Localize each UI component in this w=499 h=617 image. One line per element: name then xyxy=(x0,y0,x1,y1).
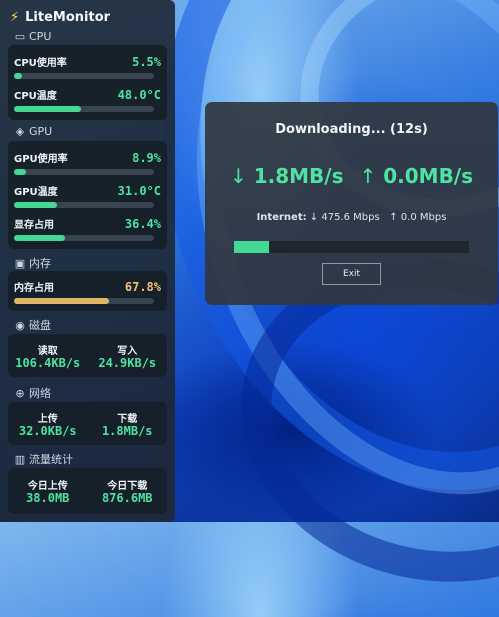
disk-write-value: 24.9KB/s xyxy=(98,356,157,370)
gpu-temp-bar xyxy=(14,202,154,208)
download-progress-bar xyxy=(234,241,469,253)
bar-chart-icon: ▥ xyxy=(14,452,26,466)
cpu-temp-row: CPU温度 48.0°C xyxy=(14,87,161,102)
cpu-temp-fill xyxy=(14,106,82,112)
gpu-section-title: GPU xyxy=(29,125,53,138)
traffic-today-upload: 今日上传 38.0MB xyxy=(8,477,88,505)
gpu-usage-row: GPU使用率 8.9% xyxy=(14,150,161,165)
disk-read: 读取 106.4KB/s xyxy=(8,342,88,370)
disk-columns: 读取 106.4KB/s 写入 24.9KB/s xyxy=(8,342,167,370)
cpu-usage-row: CPU使用率 5.5% xyxy=(14,54,161,69)
traffic-section-header: ▥ 流量统计 xyxy=(14,451,73,467)
download-speed-value: 1.8MB/s xyxy=(253,164,344,188)
gpu-temp-fill xyxy=(14,202,58,208)
memory-usage-bar xyxy=(14,298,154,304)
speed-readout: ↓ 1.8MB/s ↑ 0.0MB/s xyxy=(205,164,498,188)
download-speed: ↓ 1.8MB/s xyxy=(230,164,344,188)
gpu-usage-fill xyxy=(14,169,27,175)
memory-section-title: 内存 xyxy=(29,257,51,270)
cpu-temp-label: CPU温度 xyxy=(14,91,57,102)
cpu-usage-bar xyxy=(14,73,154,79)
memory-usage-row: 内存占用 67.8% xyxy=(14,279,161,294)
network-up-value: 32.0KB/s xyxy=(18,424,77,438)
gpu-usage-value: 8.9% xyxy=(132,151,161,165)
cpu-temp-bar xyxy=(14,106,154,112)
today-up-label: 今日上传 xyxy=(27,481,68,492)
globe-icon: ⊕ xyxy=(15,386,25,400)
download-dialog: Downloading... (12s) ↓ 1.8MB/s ↑ 0.0MB/s… xyxy=(205,102,498,305)
memory-usage-value: 67.8% xyxy=(124,280,161,294)
traffic-columns: 今日上传 38.0MB 今日下载 876.6MB xyxy=(8,477,167,505)
upload-speed-value: 0.0MB/s xyxy=(383,164,474,188)
download-progress-fill xyxy=(234,241,270,253)
app-header: ⚡ LiteMonitor xyxy=(10,8,110,26)
lightning-bolt-icon: ⚡ xyxy=(10,9,20,25)
disk-icon: ◉ xyxy=(15,318,25,332)
memory-chip-icon: ▣ xyxy=(14,256,26,270)
network-card: 上传 32.0KB/s 下载 1.8MB/s xyxy=(8,402,167,445)
gpu-section-header: ◈ GPU xyxy=(14,125,52,138)
today-down-value: 876.6MB xyxy=(101,491,153,505)
network-download: 下载 1.8MB/s xyxy=(88,410,168,438)
memory-usage-label: 内存占用 xyxy=(14,283,54,294)
gpu-temp-label: GPU温度 xyxy=(14,187,58,198)
vram-label: 显存占用 xyxy=(14,220,54,231)
monitor-sidebar: ⚡ LiteMonitor ▭ CPU CPU使用率 5.5% CPU温度 48… xyxy=(0,0,175,522)
cpu-card: CPU使用率 5.5% CPU温度 48.0°C xyxy=(8,45,167,120)
internet-label: Internet: xyxy=(256,212,307,223)
network-section-title: 网络 xyxy=(29,387,51,400)
traffic-today-download: 今日下载 876.6MB xyxy=(88,477,168,505)
exit-button[interactable]: Exit xyxy=(322,263,381,285)
memory-usage-fill xyxy=(14,298,109,304)
internet-up-value: ↑ 0.0 Mbps xyxy=(389,212,447,223)
gpu-card: GPU使用率 8.9% GPU温度 31.0°C 显存占用 36.4% xyxy=(8,141,167,249)
gpu-temp-value: 31.0°C xyxy=(117,184,161,198)
monitor-icon: ▭ xyxy=(14,30,26,43)
vram-value: 36.4% xyxy=(124,217,161,231)
disk-read-value: 106.4KB/s xyxy=(15,356,81,370)
cpu-usage-label: CPU使用率 xyxy=(14,58,67,69)
vram-row: 显存占用 36.4% xyxy=(14,216,161,231)
memory-section-header: ▣ 内存 xyxy=(14,255,51,271)
cpu-usage-value: 5.5% xyxy=(132,55,161,69)
up-arrow-icon: ↑ xyxy=(359,164,377,188)
gpu-usage-bar xyxy=(14,169,154,175)
disk-card: 读取 106.4KB/s 写入 24.9KB/s xyxy=(8,334,167,377)
network-up-label: 上传 xyxy=(37,414,58,425)
network-upload: 上传 32.0KB/s xyxy=(8,410,88,438)
down-arrow-icon: ↓ xyxy=(229,164,247,188)
disk-read-label: 读取 xyxy=(37,346,58,357)
gpu-temp-row: GPU温度 31.0°C xyxy=(14,183,161,198)
network-down-value: 1.8MB/s xyxy=(101,424,153,438)
cpu-usage-fill xyxy=(14,73,22,79)
memory-card: 内存占用 67.8% xyxy=(8,271,167,311)
cpu-section-header: ▭ CPU xyxy=(14,30,52,43)
internet-down-value: ↓ 475.6 Mbps xyxy=(309,212,380,223)
gpu-usage-label: GPU使用率 xyxy=(14,154,68,165)
vram-fill xyxy=(14,235,65,241)
network-down-label: 下载 xyxy=(117,414,138,425)
network-section-header: ⊕ 网络 xyxy=(14,385,51,401)
cpu-section-title: CPU xyxy=(29,30,52,43)
today-up-value: 38.0MB xyxy=(26,491,70,505)
disk-write-label: 写入 xyxy=(117,346,138,357)
vram-bar xyxy=(14,235,154,241)
dialog-title: Downloading... (12s) xyxy=(275,122,428,137)
disk-section-title: 磁盘 xyxy=(29,319,51,332)
internet-speed-line: Internet: ↓ 475.6 Mbps ↑ 0.0 Mbps xyxy=(205,212,498,223)
network-columns: 上传 32.0KB/s 下载 1.8MB/s xyxy=(8,410,167,438)
cpu-temp-value: 48.0°C xyxy=(117,88,161,102)
today-down-label: 今日下载 xyxy=(107,481,148,492)
upload-speed: ↑ 0.0MB/s xyxy=(360,164,474,188)
disk-write: 写入 24.9KB/s xyxy=(88,342,168,370)
app-title: LiteMonitor xyxy=(25,9,111,25)
gamepad-icon: ◈ xyxy=(15,125,25,138)
disk-section-header: ◉ 磁盘 xyxy=(14,317,51,333)
traffic-card: 今日上传 38.0MB 今日下载 876.6MB xyxy=(8,468,167,514)
traffic-section-title: 流量统计 xyxy=(29,453,73,466)
